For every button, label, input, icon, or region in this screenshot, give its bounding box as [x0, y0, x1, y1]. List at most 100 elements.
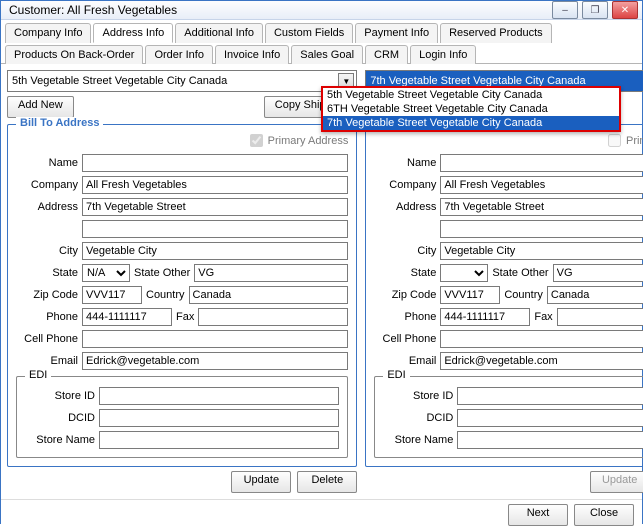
address1-field[interactable] [82, 198, 348, 216]
cell-field[interactable] [82, 330, 348, 348]
ship-to-option[interactable]: 5th Vegetable Street Vegetable City Cana… [323, 88, 619, 102]
label-state-r: State [374, 267, 436, 279]
state-select[interactable]: N/A [82, 264, 130, 282]
delete-button-left[interactable]: Delete [297, 471, 357, 493]
maximize-button[interactable]: ❐ [582, 1, 608, 19]
tab-crm[interactable]: CRM [365, 45, 408, 64]
tab-address-info[interactable]: Address Info [93, 23, 173, 43]
label-zip-r: Zip Code [374, 289, 436, 301]
update-button-right[interactable]: Update [590, 471, 643, 493]
fax-field-r[interactable] [557, 308, 643, 326]
label-city: City [16, 245, 78, 257]
phone-field[interactable] [82, 308, 172, 326]
primary-address-label-right: Primary Address [626, 135, 643, 147]
label-storename-r: Store Name [383, 434, 453, 446]
label-storeid-r: Store ID [383, 390, 453, 402]
edi-legend: EDI [25, 369, 51, 381]
tab-invoice-info[interactable]: Invoice Info [215, 45, 289, 64]
close-dialog-button[interactable]: Close [574, 504, 634, 526]
primary-address-checkbox[interactable] [250, 134, 263, 147]
zip-field[interactable] [82, 286, 142, 304]
customer-window: Customer: All Fresh Vegetables – ❐ ✕ Com… [0, 0, 643, 524]
edi-fieldset-left: EDI Store ID DCID Store Name [16, 376, 348, 458]
label-phone-r: Phone [374, 311, 436, 323]
state-select-r[interactable] [440, 264, 488, 282]
label-cell-r: Cell Phone [374, 333, 436, 345]
tab-additional-info[interactable]: Additional Info [175, 23, 263, 43]
city-field[interactable] [82, 242, 348, 260]
label-name-r: Name [374, 157, 436, 169]
email-field-r[interactable] [440, 352, 643, 370]
label-phone: Phone [16, 311, 78, 323]
tab-payment-info[interactable]: Payment Info [355, 23, 438, 43]
close-button[interactable]: ✕ [612, 1, 638, 19]
dcid-field[interactable] [99, 409, 339, 427]
ship-to-dropdown[interactable]: 5th Vegetable Street Vegetable City Cana… [321, 86, 621, 132]
state-other-field-r[interactable] [553, 264, 643, 282]
storeid-field[interactable] [99, 387, 339, 405]
ship-to-option[interactable]: 6TH Vegetable Street Vegetable City Cana… [323, 102, 619, 116]
minimize-button[interactable]: – [552, 1, 578, 19]
company-field-r[interactable] [440, 176, 643, 194]
state-other-field[interactable] [194, 264, 348, 282]
country-field-r[interactable] [547, 286, 643, 304]
add-new-button[interactable]: Add New [7, 96, 74, 118]
label-dcid-r: DCID [383, 412, 453, 424]
name-field[interactable] [82, 154, 348, 172]
address2-field-r[interactable] [440, 220, 643, 238]
phone-field-r[interactable] [440, 308, 530, 326]
label-country-r: Country [504, 289, 543, 301]
label-company-r: Company [374, 179, 436, 191]
primary-address-label: Primary Address [268, 135, 349, 147]
company-field[interactable] [82, 176, 348, 194]
tabs: Company InfoAddress InfoAdditional InfoC… [1, 20, 642, 64]
name-field-r[interactable] [440, 154, 643, 172]
next-button[interactable]: Next [508, 504, 568, 526]
primary-address-row-right: Primary Address [374, 131, 643, 150]
storeid-field-r[interactable] [457, 387, 643, 405]
email-field[interactable] [82, 352, 348, 370]
tab-company-info[interactable]: Company Info [5, 23, 91, 43]
label-email: Email [16, 355, 78, 367]
tab-login-info[interactable]: Login Info [410, 45, 476, 64]
bill-to-selector-value: 5th Vegetable Street Vegetable City Cana… [12, 75, 227, 87]
edi-fieldset-right: EDI Store ID DCID Store Name [374, 376, 643, 458]
address1-field-r[interactable] [440, 198, 643, 216]
label-zip: Zip Code [16, 289, 78, 301]
label-state: State [16, 267, 78, 279]
label-address: Address [16, 201, 78, 213]
label-name: Name [16, 157, 78, 169]
label-storename: Store Name [25, 434, 95, 446]
tab-reserved-products[interactable]: Reserved Products [440, 23, 552, 43]
country-field[interactable] [189, 286, 349, 304]
cell-field-r[interactable] [440, 330, 643, 348]
label-storeid: Store ID [25, 390, 95, 402]
ship-to-fieldset: Primary Address Name Company Address Cit… [365, 124, 643, 467]
storename-field[interactable] [99, 431, 339, 449]
zip-field-r[interactable] [440, 286, 500, 304]
update-button-left[interactable]: Update [231, 471, 291, 493]
tab-custom-fields[interactable]: Custom Fields [265, 23, 353, 43]
bill-to-fieldset: Bill To Address Primary Address Name Com… [7, 124, 357, 467]
tab-sales-goal[interactable]: Sales Goal [291, 45, 363, 64]
dcid-field-r[interactable] [457, 409, 643, 427]
dialog-footer: Next Close [1, 499, 642, 532]
bill-to-selector[interactable]: 5th Vegetable Street Vegetable City Cana… [7, 70, 357, 92]
primary-address-checkbox-right[interactable] [608, 134, 621, 147]
tab-products-on-back-order[interactable]: Products On Back-Order [5, 45, 143, 64]
label-address-r: Address [374, 201, 436, 213]
ship-to-option[interactable]: 7th Vegetable Street Vegetable City Cana… [323, 116, 619, 130]
titlebar: Customer: All Fresh Vegetables – ❐ ✕ [1, 1, 642, 20]
label-company: Company [16, 179, 78, 191]
label-email-r: Email [374, 355, 436, 367]
edi-legend-r: EDI [383, 369, 409, 381]
address2-field[interactable] [82, 220, 348, 238]
label-state-other: State Other [134, 267, 190, 279]
storename-field-r[interactable] [457, 431, 643, 449]
tab-order-info[interactable]: Order Info [145, 45, 213, 64]
label-dcid: DCID [25, 412, 95, 424]
bill-to-panel: 5th Vegetable Street Vegetable City Cana… [7, 70, 357, 493]
fax-field[interactable] [198, 308, 348, 326]
bill-to-legend: Bill To Address [16, 117, 103, 129]
city-field-r[interactable] [440, 242, 643, 260]
